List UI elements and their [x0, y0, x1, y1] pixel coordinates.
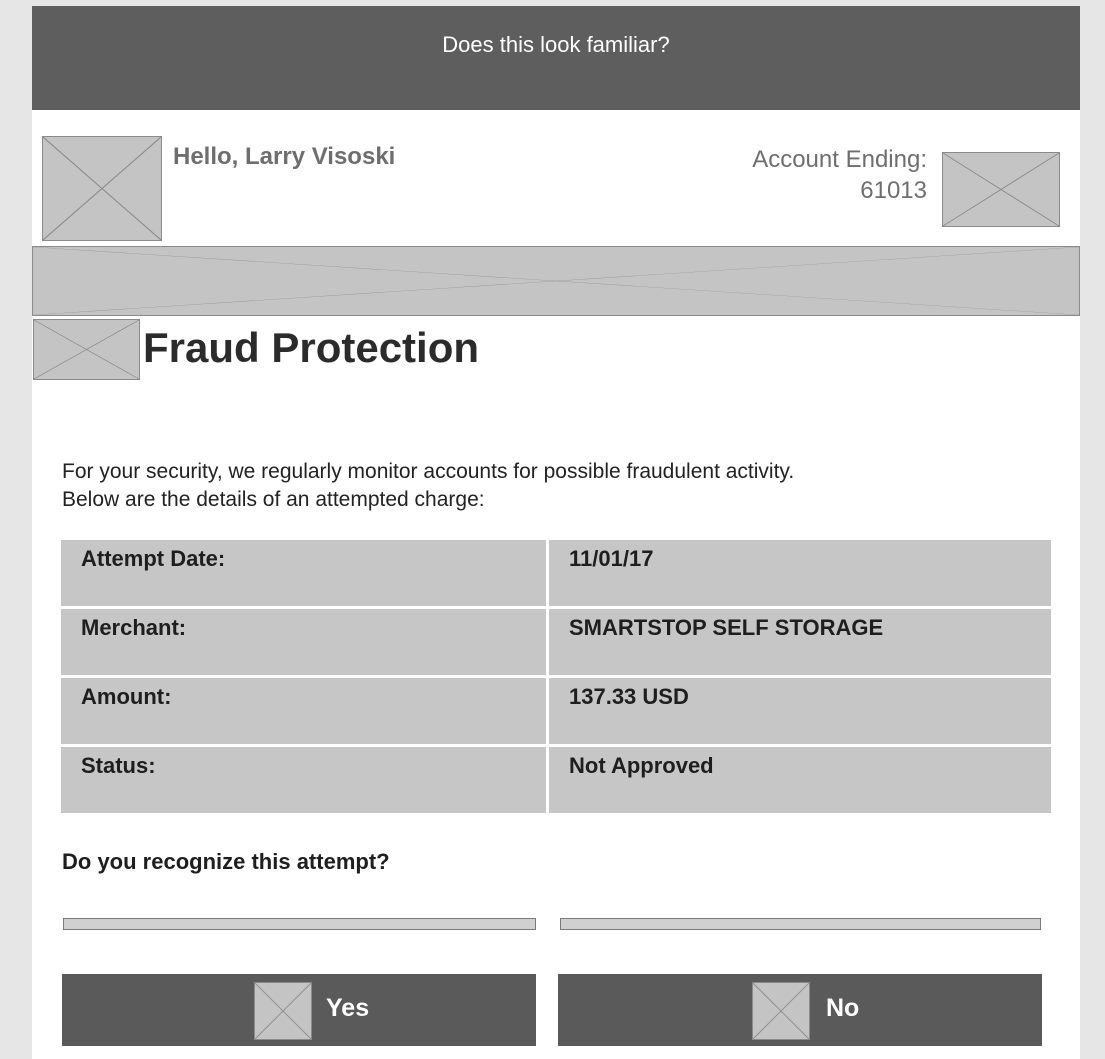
- no-button-label: No: [826, 994, 860, 1022]
- banner-text: Does this look familiar?: [442, 32, 670, 57]
- shield-icon: [33, 319, 140, 380]
- divider-right: [560, 918, 1041, 930]
- detail-label: Status:: [61, 747, 549, 813]
- email-panel: Does this look familiar? Hello, Larry Vi…: [32, 6, 1080, 1059]
- card-image-placeholder: [942, 152, 1060, 227]
- account-ending: Account Ending: 61013: [752, 144, 927, 206]
- account-ending-label: Account Ending:: [752, 146, 927, 173]
- recognize-question: Do you recognize this attempt?: [62, 849, 390, 874]
- detail-row-status: Status: Not Approved: [61, 747, 1051, 813]
- detail-row-amount: Amount: 137.33 USD: [61, 678, 1051, 747]
- yes-button-label: Yes: [326, 994, 370, 1022]
- intro-text: For your security, we regularly monitor …: [62, 458, 1042, 514]
- greeting-text: Hello, Larry Visoski: [173, 143, 396, 170]
- logo-image-placeholder: [42, 136, 162, 241]
- detail-row-merchant: Merchant: SMARTSTOP SELF STORAGE: [61, 609, 1051, 678]
- hero-image-placeholder: [32, 246, 1080, 316]
- detail-value: SMARTSTOP SELF STORAGE: [549, 609, 1051, 675]
- intro-line-2: Below are the details of an attempted ch…: [62, 488, 485, 511]
- detail-label: Amount:: [61, 678, 549, 744]
- detail-label: Attempt Date:: [61, 540, 549, 606]
- no-button[interactable]: No: [558, 974, 1042, 1046]
- charge-details-table: Attempt Date: 11/01/17 Merchant: SMARTST…: [61, 540, 1051, 813]
- check-icon: [254, 982, 312, 1040]
- detail-row-date: Attempt Date: 11/01/17: [61, 540, 1051, 609]
- intro-line-1: For your security, we regularly monitor …: [62, 460, 795, 483]
- detail-label: Merchant:: [61, 609, 549, 675]
- page-title: Fraud Protection: [143, 324, 480, 371]
- detail-value: Not Approved: [549, 747, 1051, 813]
- detail-value: 11/01/17: [549, 540, 1051, 606]
- close-icon: [752, 982, 810, 1040]
- yes-button[interactable]: Yes: [62, 974, 536, 1046]
- detail-value: 137.33 USD: [549, 678, 1051, 744]
- top-banner: Does this look familiar?: [32, 6, 1080, 110]
- account-ending-number: 61013: [860, 177, 927, 204]
- divider-left: [63, 918, 536, 930]
